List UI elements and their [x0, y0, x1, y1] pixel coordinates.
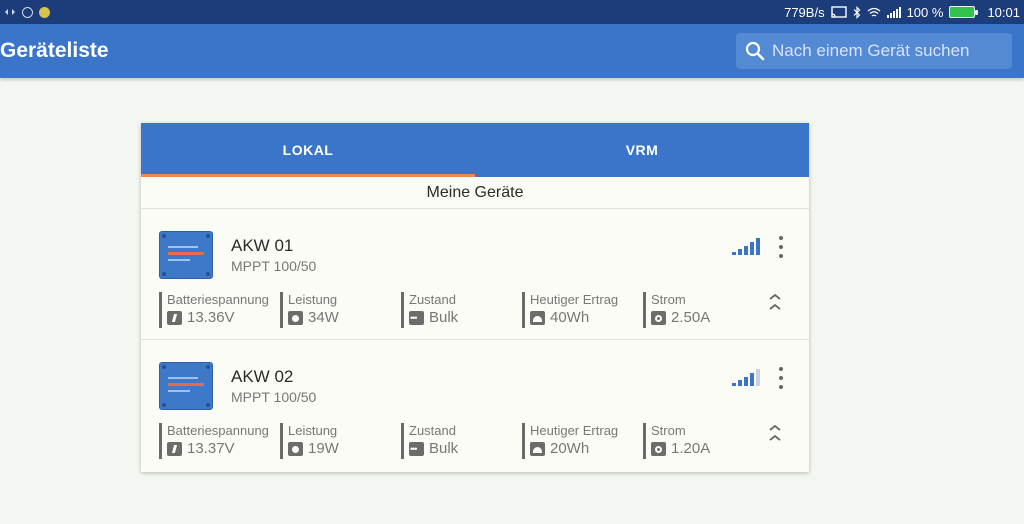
dev-options-icon [4, 7, 16, 17]
stat-label: Batteriespannung [167, 292, 269, 307]
more-options-icon[interactable] [774, 367, 788, 389]
yield-icon [530, 311, 545, 325]
battery-icon [949, 6, 979, 18]
status-bar-left [4, 6, 50, 18]
stat-current: Strom 2.50A [643, 292, 764, 328]
stat-label: Zustand [409, 423, 456, 438]
stat-battery-voltage: Batteriespannung 13.37V [159, 423, 280, 459]
usb-debug-icon [22, 6, 33, 18]
network-speed: 779B/s [784, 4, 825, 20]
stat-value: 13.37V [187, 440, 235, 457]
device-list-card: LOKAL VRM Meine Geräte AKW 01 MPPT 100/5… [141, 123, 809, 472]
more-options-icon[interactable] [774, 236, 788, 258]
stat-value: 13.36V [187, 309, 235, 326]
device-model: MPPT 100/50 [231, 258, 317, 274]
state-icon [409, 308, 424, 328]
search-box[interactable] [736, 33, 1012, 69]
stat-power: Leistung 19W [280, 423, 401, 459]
stat-value: Bulk [429, 440, 459, 457]
bluetooth-icon [853, 5, 861, 19]
battery-percent: 100 % [906, 4, 944, 20]
tab-vrm[interactable]: VRM [475, 123, 809, 177]
expand-collapse-icon[interactable] [768, 424, 782, 444]
stat-battery-voltage: Batteriespannung 13.36V [159, 292, 280, 328]
battery-icon [167, 311, 182, 325]
status-bar-right: 779B/s 100 % 10:01 [784, 5, 1020, 20]
device-model: MPPT 100/50 [231, 389, 317, 405]
device-name: AKW 02 [231, 367, 294, 386]
yield-icon [530, 442, 545, 456]
expand-collapse-icon[interactable] [768, 293, 782, 313]
current-icon [651, 442, 666, 456]
search-icon[interactable] [744, 40, 766, 62]
device-stats: Batteriespannung 13.37V Leistung 19W Zus… [159, 423, 764, 459]
cell-signal-icon [886, 6, 901, 18]
app-bar: Geräteliste [0, 24, 1024, 78]
stat-power: Leistung 34W [280, 292, 401, 328]
status-bar: 779B/s 100 % 10:01 [0, 0, 1024, 24]
mppt-device-image [159, 362, 213, 410]
device-stats: Batteriespannung 13.36V Leistung 34W Zus… [159, 292, 764, 328]
stat-label: Strom [651, 292, 686, 307]
search-input[interactable] [772, 41, 1002, 61]
cast-icon [830, 5, 847, 19]
tab-bar: LOKAL VRM [141, 123, 809, 177]
stat-label: Heutiger Ertrag [530, 292, 619, 307]
battery-icon [167, 442, 182, 456]
stat-value: Bulk [429, 309, 459, 326]
sun-icon [39, 6, 50, 18]
stat-label: Strom [651, 423, 686, 438]
stat-label: Batteriespannung [167, 423, 269, 438]
stat-yield-today: Heutiger Ertrag 20Wh [522, 423, 643, 459]
stat-label: Zustand [409, 292, 456, 307]
current-icon [651, 311, 666, 325]
stat-value: 19W [308, 440, 339, 457]
stat-state: Zustand Bulk [401, 292, 522, 328]
power-icon [288, 442, 303, 456]
stat-value: 40Wh [550, 309, 590, 326]
signal-strength-icon [732, 238, 760, 255]
power-icon [288, 311, 303, 325]
device-row[interactable]: AKW 01 MPPT 100/50 Batteriespannung 13.3… [141, 209, 809, 340]
section-header: Meine Geräte [141, 177, 809, 209]
wifi-icon [867, 7, 881, 18]
signal-strength-icon [732, 369, 760, 386]
stat-state: Zustand Bulk [401, 423, 522, 459]
stat-value: 1.20A [671, 440, 711, 457]
stat-yield-today: Heutiger Ertrag 40Wh [522, 292, 643, 328]
stat-label: Heutiger Ertrag [530, 423, 619, 438]
stat-value: 34W [308, 309, 339, 326]
state-icon [409, 439, 424, 459]
device-row[interactable]: AKW 02 MPPT 100/50 Batteriespannung 13.3… [141, 340, 809, 471]
page-title: Geräteliste [0, 39, 109, 62]
clock: 10:01 [987, 4, 1020, 20]
stat-value: 2.50A [671, 309, 711, 326]
device-name: AKW 01 [231, 236, 294, 255]
tab-lokal[interactable]: LOKAL [141, 123, 475, 177]
stat-label: Leistung [288, 423, 338, 438]
stat-value: 20Wh [550, 440, 590, 457]
stat-current: Strom 1.20A [643, 423, 764, 459]
mppt-device-image [159, 231, 213, 279]
stat-label: Leistung [288, 292, 338, 307]
